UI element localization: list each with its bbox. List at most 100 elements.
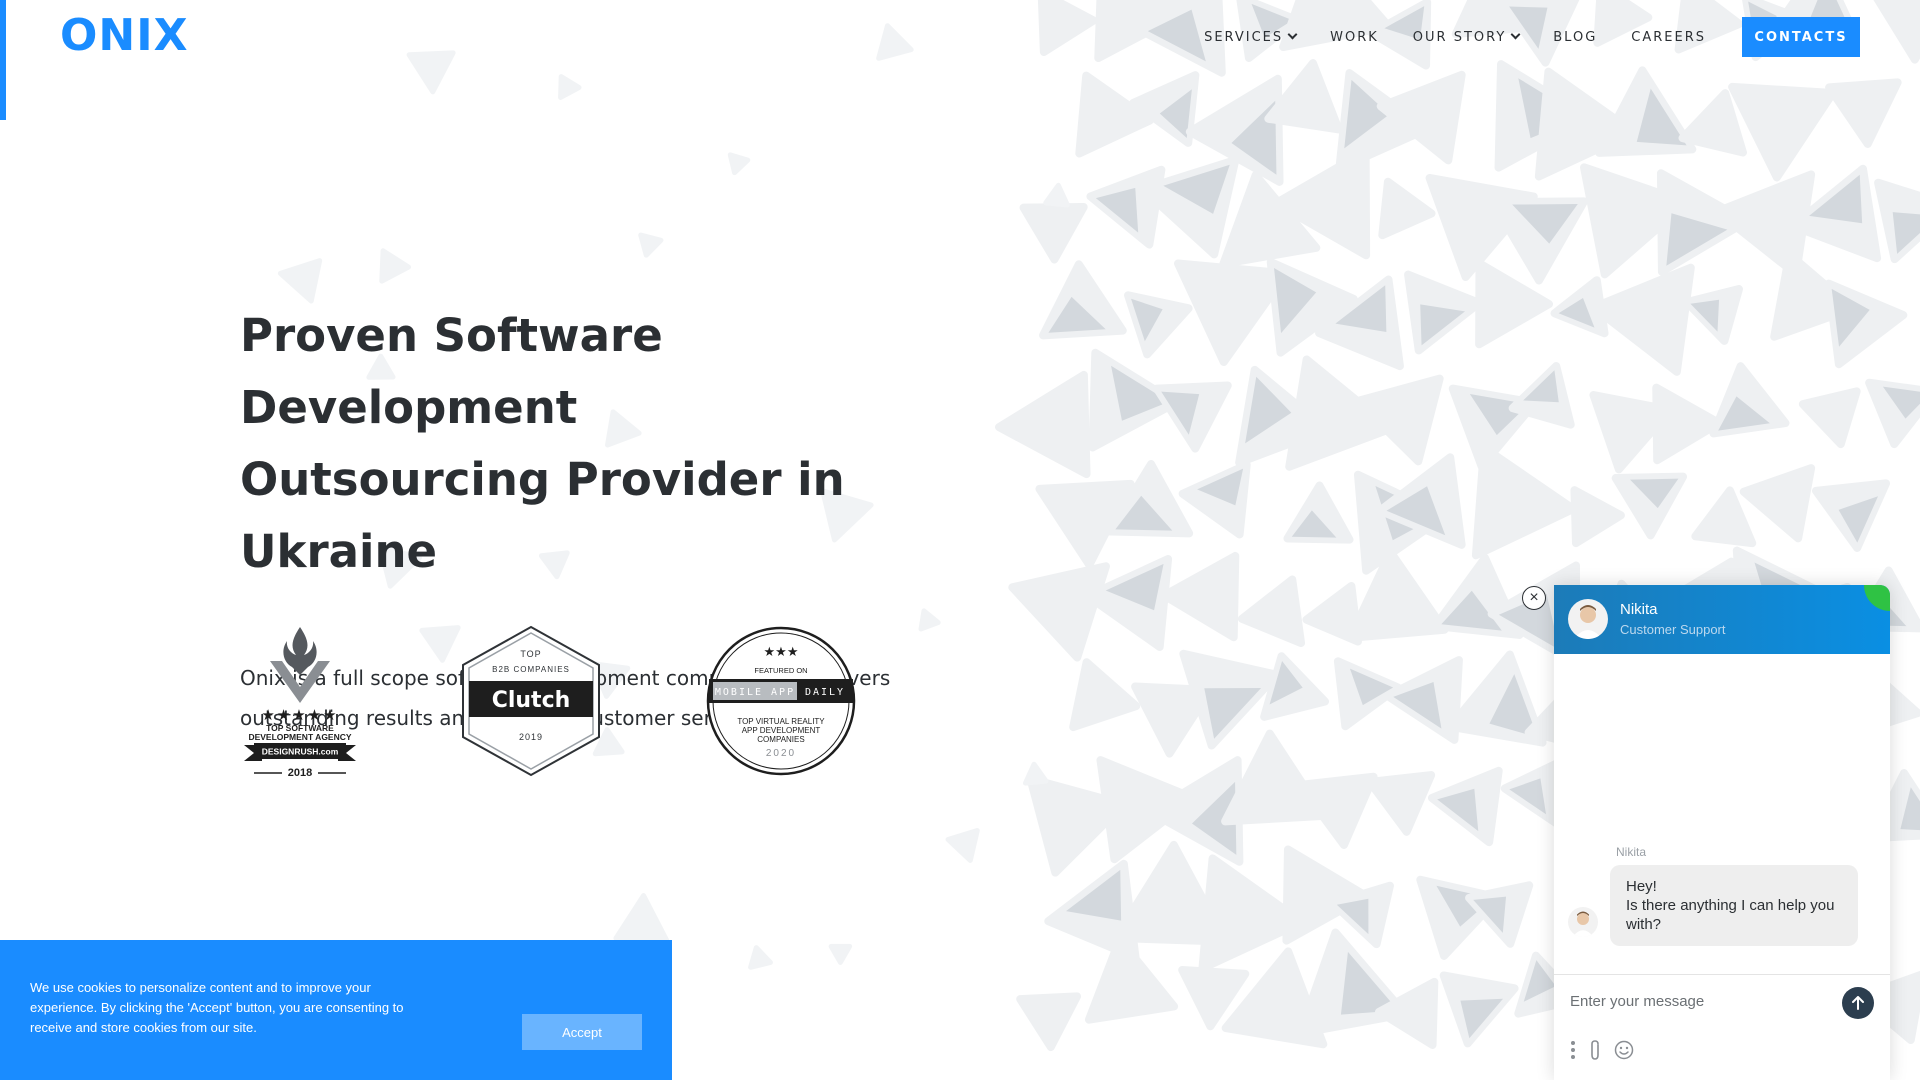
chat-header: Nikita Customer Support — [1554, 585, 1890, 654]
contacts-button[interactable]: CONTACTS — [1742, 17, 1860, 57]
decorative-triangle — [1652, 383, 1724, 465]
decorative-triangle — [379, 248, 412, 284]
hero-title-line-1: Proven Software Development — [240, 309, 663, 434]
nav-item-blog[interactable]: BLOG — [1553, 30, 1597, 45]
decorative-triangle — [1178, 460, 1251, 539]
mobileappdaily-year: 2020 — [766, 748, 796, 759]
mobileappdaily-line-1: TOP VIRTUAL REALITY — [737, 717, 825, 726]
award-badges: ★★★★★ TOP SOFTWARE DEVELOPMENT AGENCY DE… — [240, 625, 860, 785]
nav-label-work: WORK — [1330, 29, 1379, 45]
decorative-triangle — [727, 152, 751, 176]
hero-title-line-2: Outsourcing Provider in Ukraine — [240, 453, 845, 578]
decorative-triangle — [1328, 881, 1394, 949]
decorative-triangle — [1870, 0, 1920, 64]
designrush-source: DESIGNRUSH.com — [262, 747, 339, 757]
accept-cookies-button[interactable]: Accept — [522, 1014, 642, 1050]
clutch-brand: Clutch — [492, 688, 571, 713]
more-options-icon[interactable] — [1570, 1040, 1576, 1060]
close-icon: × — [1529, 589, 1539, 606]
decorative-triangle — [1865, 378, 1920, 449]
chat-tools — [1570, 1039, 1646, 1061]
arrow-up-icon — [1852, 996, 1864, 1010]
agent-avatar — [1568, 599, 1608, 639]
message-avatar — [1568, 907, 1598, 937]
decorative-triangle — [1508, 362, 1575, 429]
message-line-2: Is there anything I can help you with? — [1626, 897, 1835, 933]
decorative-triangle — [1570, 486, 1625, 548]
mobileappdaily-line-2: APP DEVELOPMENT — [742, 726, 821, 735]
chevron-down-icon — [1510, 29, 1521, 40]
decorative-triangle — [1709, 362, 1790, 438]
chat-composer — [1554, 974, 1890, 1080]
agent-role: Customer Support — [1620, 622, 1726, 637]
decorative-triangle — [1075, 71, 1154, 158]
designrush-stars: ★★★★★ — [261, 706, 338, 724]
onix-logo[interactable]: ONIX — [60, 14, 189, 58]
decorative-triangle — [638, 232, 664, 258]
decorative-triangle — [1069, 658, 1141, 732]
mobileappdaily-badge: ★★★ FEATURED ON MOBILE APP DAILY TOP VIR… — [706, 626, 856, 776]
chat-close-button[interactable]: × — [1522, 586, 1546, 610]
clutch-year: 2019 — [519, 732, 543, 742]
nav-label-careers: CAREERS — [1631, 29, 1706, 45]
message-line-1: Hey! — [1626, 878, 1657, 895]
mobileappdaily-brand-left: MOBILE APP — [715, 687, 795, 698]
decorative-triangle — [1283, 481, 1354, 544]
online-indicator — [1864, 585, 1890, 611]
designrush-badge: ★★★★★ TOP SOFTWARE DEVELOPMENT AGENCY DE… — [244, 627, 356, 779]
nav-label-blog: BLOG — [1553, 29, 1598, 45]
left-accent-bar — [0, 0, 6, 120]
nav-label-our-story: OUR STORY — [1412, 29, 1507, 45]
decorative-triangle — [1016, 992, 1082, 1052]
decorative-triangle — [1682, 285, 1743, 345]
decorative-triangle — [613, 893, 670, 944]
mobileappdaily-line-3: COMPANIES — [757, 735, 804, 744]
decorative-triangle — [945, 828, 980, 863]
decorative-triangle — [1825, 78, 1902, 148]
decorative-triangle — [1798, 387, 1861, 449]
decorative-triangle — [1824, 279, 1908, 369]
decorative-triangle — [828, 943, 853, 965]
chat-widget: Nikita Customer Support Nikita Hey! Is t… — [1554, 585, 1890, 1080]
trophy-flame-icon — [270, 627, 330, 703]
decorative-triangle — [1611, 472, 1688, 540]
decorative-triangle — [1037, 0, 1098, 56]
message-bubble: Hey! Is there anything I can help you wi… — [1610, 865, 1858, 946]
decorative-triangle — [1129, 71, 1200, 147]
clutch-category: B2B COMPANIES — [492, 665, 570, 674]
decorative-triangle — [1353, 374, 1444, 466]
main-nav: SERVICES WORK OUR STORY BLOG CAREERS CON… — [1170, 17, 1860, 57]
decorative-triangle — [748, 945, 773, 970]
cookie-banner: We use cookies to personalize content an… — [0, 940, 672, 1080]
cookie-text: We use cookies to personalize content an… — [30, 980, 404, 1035]
decorative-triangle — [1365, 771, 1436, 836]
decorative-triangle — [1465, 881, 1534, 948]
decorative-triangle — [406, 50, 456, 95]
nav-item-services[interactable]: SERVICES — [1204, 29, 1298, 45]
decorative-triangle — [277, 258, 323, 304]
decorative-triangle — [1043, 182, 1070, 208]
decorative-triangle — [1488, 197, 1589, 285]
nav-label-services: SERVICES — [1204, 29, 1284, 45]
decorative-triangle — [1039, 260, 1127, 340]
mobileappdaily-featured: FEATURED ON — [754, 666, 807, 675]
mobileappdaily-brand-right: DAILY — [805, 687, 845, 698]
chat-message-input[interactable] — [1570, 989, 1830, 1013]
designrush-line-2: DEVELOPMENT AGENCY — [248, 732, 351, 742]
clutch-top: TOP — [520, 649, 541, 659]
designrush-year: 2018 — [288, 767, 312, 779]
nav-item-careers[interactable]: CAREERS — [1631, 30, 1706, 45]
decorative-triangle — [1008, 562, 1110, 662]
hero-title: Proven Software Development Outsourcing … — [240, 300, 980, 588]
chevron-down-icon — [1287, 29, 1298, 40]
send-button[interactable] — [1842, 987, 1874, 1019]
nav-item-our-story[interactable]: OUR STORY — [1412, 29, 1521, 45]
decorative-triangle — [876, 23, 914, 61]
decorative-triangle — [1378, 177, 1436, 240]
attachment-icon[interactable] — [1588, 1039, 1602, 1061]
agent-name: Nikita — [1620, 601, 1658, 618]
emoji-icon[interactable] — [1614, 1040, 1634, 1060]
clutch-badge: TOP B2B COMPANIES Clutch 2019 — [462, 625, 600, 777]
nav-item-work[interactable]: WORK — [1330, 30, 1379, 45]
mobileappdaily-stars: ★★★ — [764, 645, 799, 660]
